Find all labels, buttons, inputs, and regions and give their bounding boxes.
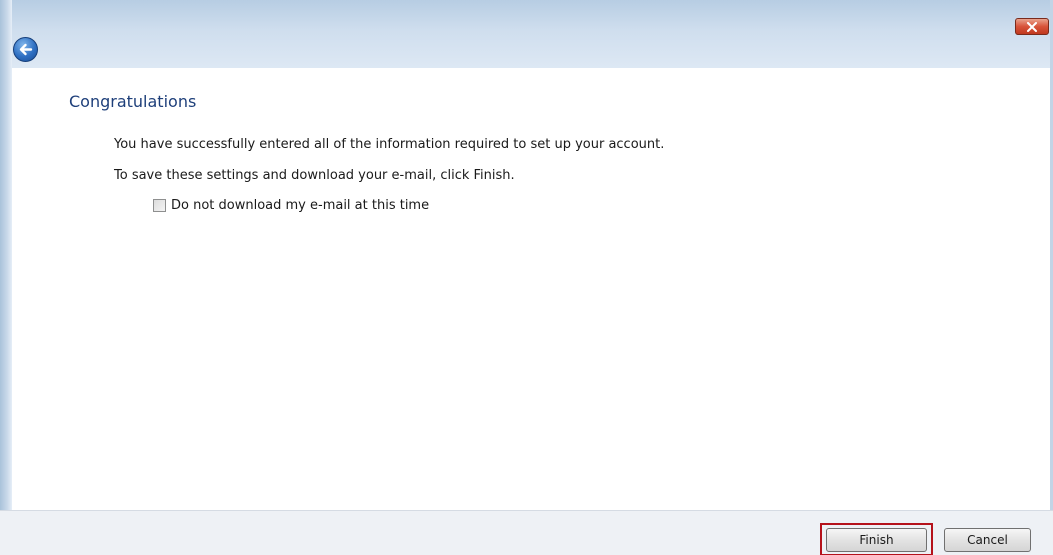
- close-icon: [1027, 21, 1037, 32]
- wizard-window: Congratulations You have successfully en…: [0, 0, 1053, 555]
- instruction-message: To save these settings and download your…: [114, 168, 515, 183]
- page-title: Congratulations: [69, 92, 197, 111]
- close-button[interactable]: [1015, 18, 1049, 35]
- wizard-content: Congratulations You have successfully en…: [12, 68, 1050, 510]
- do-not-download-label[interactable]: Do not download my e-mail at this time: [171, 198, 429, 213]
- cancel-button[interactable]: Cancel: [944, 528, 1031, 552]
- window-frame-left: [0, 0, 12, 555]
- do-not-download-option[interactable]: Do not download my e-mail at this time: [153, 198, 429, 213]
- do-not-download-checkbox[interactable]: [153, 199, 166, 212]
- back-arrow-icon: [19, 43, 33, 56]
- finish-button[interactable]: Finish: [826, 528, 927, 552]
- back-button[interactable]: [13, 37, 38, 62]
- success-message: You have successfully entered all of the…: [114, 137, 665, 152]
- title-bar: [0, 0, 1053, 68]
- button-bar: Finish Cancel: [0, 510, 1053, 555]
